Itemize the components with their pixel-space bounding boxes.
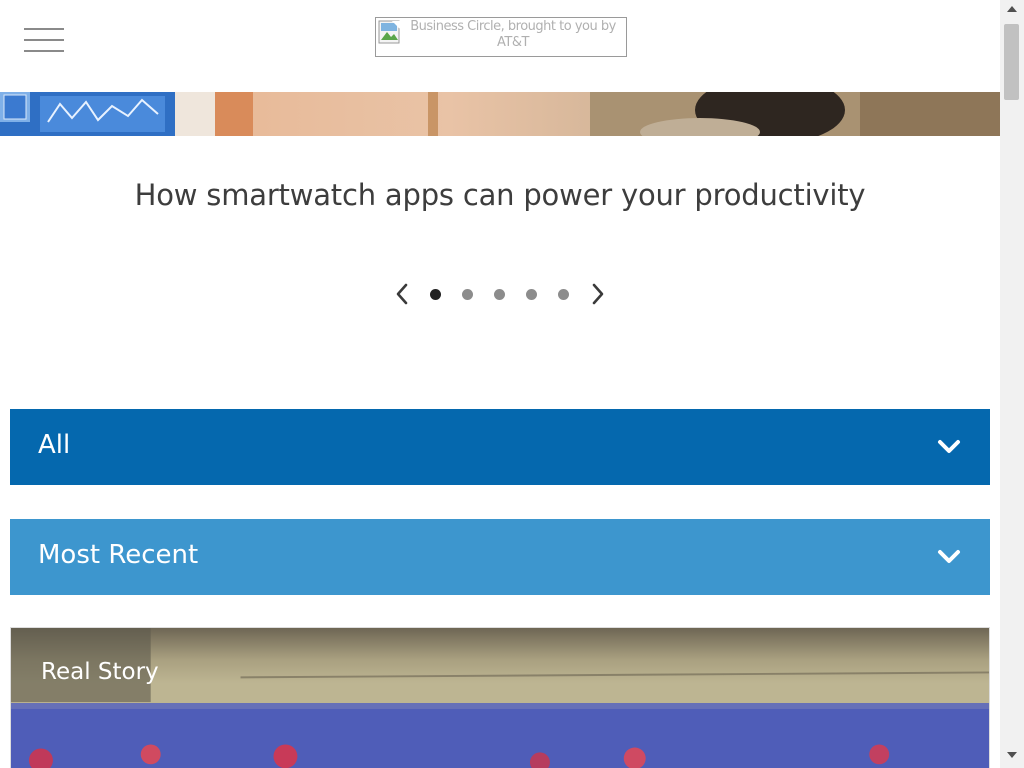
- scrollbar-thumb[interactable]: [1004, 24, 1019, 100]
- carousel-dot[interactable]: [558, 289, 569, 300]
- carousel-dot[interactable]: [494, 289, 505, 300]
- vertical-scrollbar[interactable]: [1000, 0, 1024, 768]
- menu-line: [24, 28, 64, 30]
- main-content: Business Circle, brought to you by AT&T: [0, 0, 1000, 768]
- chevron-right-icon[interactable]: [586, 280, 610, 308]
- broken-image-icon: [378, 20, 400, 44]
- page: Business Circle, brought to you by AT&T: [0, 0, 1024, 768]
- slide-title[interactable]: How smartwatch apps can power your produ…: [0, 178, 1000, 212]
- story-card-label: Real Story: [41, 659, 159, 685]
- hamburger-menu-icon[interactable]: [24, 26, 64, 54]
- menu-line: [24, 50, 64, 52]
- site-logo[interactable]: Business Circle, brought to you by AT&T: [375, 17, 627, 57]
- sort-dropdown[interactable]: Most Recent: [10, 519, 990, 595]
- carousel-controls: [390, 280, 610, 308]
- site-header: Business Circle, brought to you by AT&T: [0, 0, 1000, 92]
- scroll-up-arrow-icon[interactable]: [1000, 0, 1024, 18]
- story-card[interactable]: Real Story: [10, 627, 990, 768]
- chevron-left-icon[interactable]: [390, 280, 414, 308]
- hero-photo: [0, 92, 1000, 136]
- category-dropdown-label: All: [38, 430, 71, 460]
- chevron-down-icon: [938, 440, 960, 453]
- carousel-dot[interactable]: [462, 289, 473, 300]
- category-dropdown[interactable]: All: [10, 409, 990, 485]
- story-card-image: [11, 628, 989, 768]
- hero-image[interactable]: [0, 92, 1000, 136]
- carousel-dot[interactable]: [526, 289, 537, 300]
- chevron-down-icon: [938, 550, 960, 563]
- logo-alt-text: Business Circle, brought to you by AT&T: [410, 19, 616, 50]
- menu-line: [24, 39, 64, 41]
- sort-dropdown-label: Most Recent: [38, 540, 199, 570]
- scroll-down-arrow-icon[interactable]: [1000, 744, 1024, 768]
- carousel-dot[interactable]: [430, 289, 441, 300]
